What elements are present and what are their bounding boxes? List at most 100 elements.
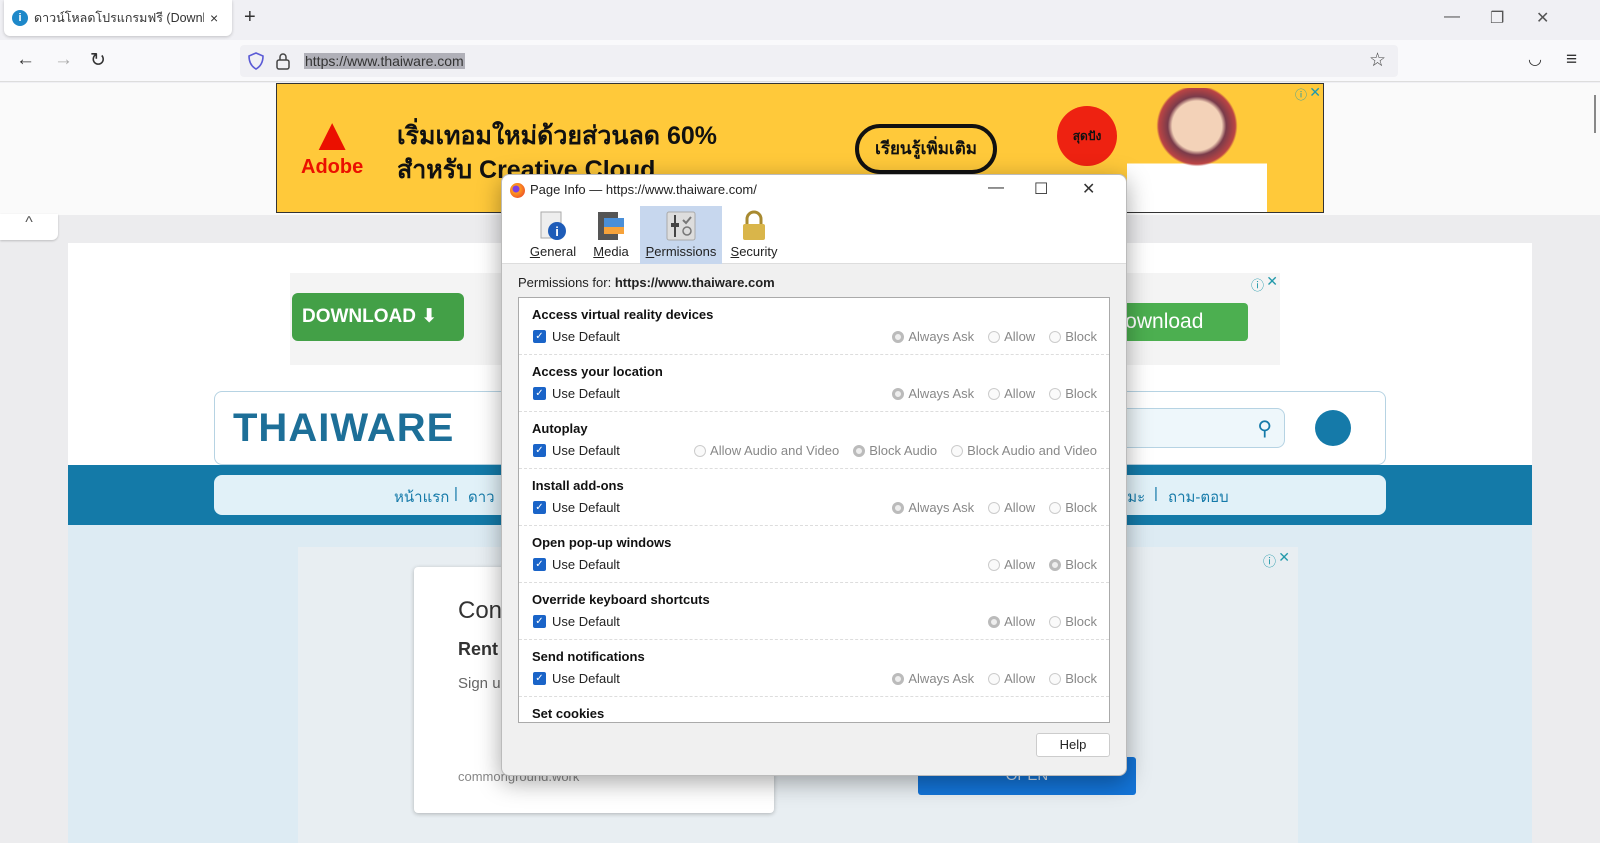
- search-icon[interactable]: ⚲: [1257, 416, 1272, 441]
- radio-unselected-icon[interactable]: [988, 330, 1001, 343]
- ad-learn-more-button[interactable]: เรียนรู้เพิ่มเติม: [855, 124, 997, 174]
- checkbox-checked-icon[interactable]: ✓: [533, 444, 546, 457]
- tab-security[interactable]: Security: [728, 206, 780, 264]
- tab-media[interactable]: Media: [588, 206, 634, 264]
- ad-info-icon[interactable]: ⓘ: [1263, 551, 1276, 570]
- ad-close-icon[interactable]: ✕: [1278, 549, 1290, 566]
- url-text[interactable]: https://www.thaiware.com: [304, 53, 465, 69]
- new-tab-button[interactable]: +: [244, 6, 256, 29]
- window-restore-button[interactable]: ❐: [1490, 8, 1504, 28]
- checkbox-checked-icon[interactable]: ✓: [533, 330, 546, 343]
- nav-link-download[interactable]: ดาว: [468, 485, 495, 509]
- url-bar[interactable]: https://www.thaiware.com ☆: [240, 45, 1398, 77]
- tracking-protection-shield-icon[interactable]: [248, 52, 264, 70]
- bookmark-star-icon[interactable]: ☆: [1369, 49, 1386, 72]
- permission-radio-option[interactable]: Allow: [988, 557, 1035, 572]
- permission-name: Autoplay: [532, 421, 588, 436]
- nav-link-qa[interactable]: ถาม-ตอบ: [1168, 485, 1229, 509]
- ad-close-icon[interactable]: ✕: [1309, 84, 1321, 101]
- user-account-icon[interactable]: [1315, 410, 1351, 446]
- permission-radio-option[interactable]: Always Ask: [892, 671, 974, 686]
- radio-label: Always Ask: [908, 386, 975, 401]
- ad-close-icon[interactable]: ✕: [1266, 273, 1278, 290]
- collapse-ad-button[interactable]: ^: [0, 214, 58, 240]
- use-default-checkbox[interactable]: ✓ Use Default: [533, 443, 620, 458]
- radio-unselected-icon[interactable]: [1049, 501, 1062, 514]
- permission-radio-option[interactable]: Block: [1049, 329, 1097, 344]
- radio-unselected-icon[interactable]: [988, 672, 1001, 685]
- radio-selected-icon[interactable]: [853, 444, 866, 457]
- permissions-for: Permissions for: https://www.thaiware.co…: [518, 275, 775, 290]
- radio-unselected-icon[interactable]: [988, 501, 1001, 514]
- ad-download-button[interactable]: DOWNLOAD ⬇: [292, 293, 464, 341]
- permission-radio-option[interactable]: Allow: [988, 500, 1035, 515]
- use-default-checkbox[interactable]: ✓ Use Default: [533, 500, 620, 515]
- radio-unselected-icon[interactable]: [988, 387, 1001, 400]
- checkbox-checked-icon[interactable]: ✓: [533, 672, 546, 685]
- radio-selected-icon[interactable]: [892, 330, 905, 343]
- permission-radio-option[interactable]: Block: [1049, 614, 1097, 629]
- permission-radio-option[interactable]: Allow: [988, 329, 1035, 344]
- page-scrollbar[interactable]: [1594, 95, 1596, 133]
- radio-selected-icon[interactable]: [892, 672, 905, 685]
- radio-unselected-icon[interactable]: [1049, 672, 1062, 685]
- permission-radio-option[interactable]: Always Ask: [892, 329, 974, 344]
- permission-radio-option[interactable]: Allow: [988, 386, 1035, 401]
- permission-radio-option[interactable]: Always Ask: [892, 500, 974, 515]
- permission-radio-option[interactable]: Allow: [988, 614, 1035, 629]
- app-menu-button[interactable]: ≡: [1566, 49, 1577, 71]
- tab-media-label: edia: [604, 244, 629, 259]
- permission-radio-option[interactable]: Block: [1049, 500, 1097, 515]
- use-default-checkbox[interactable]: ✓ Use Default: [533, 386, 620, 401]
- radio-unselected-icon[interactable]: [951, 444, 964, 457]
- forward-button[interactable]: →: [54, 49, 73, 71]
- checkbox-checked-icon[interactable]: ✓: [533, 615, 546, 628]
- radio-unselected-icon[interactable]: [1049, 387, 1062, 400]
- use-default-checkbox[interactable]: ✓ Use Default: [533, 614, 620, 629]
- permission-radio-option[interactable]: Block Audio: [853, 443, 937, 458]
- window-minimize-button[interactable]: —: [1444, 8, 1460, 26]
- reload-button[interactable]: ↻: [90, 49, 106, 72]
- permission-radio-option[interactable]: Allow Audio and Video: [694, 443, 839, 458]
- ad-info-icon[interactable]: ⓘ: [1295, 86, 1307, 103]
- radio-selected-icon[interactable]: [892, 501, 905, 514]
- ad-info-icon[interactable]: ⓘ: [1251, 275, 1264, 294]
- radio-selected-icon[interactable]: [988, 615, 1001, 628]
- permission-radio-option[interactable]: Block: [1049, 671, 1097, 686]
- permission-options: Allow Audio and Video Block Audio Block Au…: [694, 443, 1097, 458]
- window-close-button[interactable]: ✕: [1536, 8, 1549, 28]
- use-default-checkbox[interactable]: ✓ Use Default: [533, 557, 620, 572]
- radio-unselected-icon[interactable]: [988, 558, 1001, 571]
- radio-selected-icon[interactable]: [892, 387, 905, 400]
- permissions-list[interactable]: Access virtual reality devices ✓ Use Defau…: [518, 297, 1110, 723]
- back-button[interactable]: ←: [16, 49, 35, 71]
- radio-unselected-icon[interactable]: [694, 444, 707, 457]
- browser-tab[interactable]: i ดาวน์โหลดโปรแกรมฟรี (Download ×: [4, 0, 232, 36]
- permission-radio-option[interactable]: Block Audio and Video: [951, 443, 1097, 458]
- tab-close-icon[interactable]: ×: [210, 10, 218, 26]
- checkbox-checked-icon[interactable]: ✓: [533, 558, 546, 571]
- pocket-icon[interactable]: ◡: [1528, 49, 1542, 69]
- tab-permissions[interactable]: Permissions: [640, 206, 722, 264]
- dialog-maximize-button[interactable]: ☐: [1034, 179, 1048, 199]
- use-default-checkbox[interactable]: ✓ Use Default: [533, 329, 620, 344]
- radio-unselected-icon[interactable]: [1049, 330, 1062, 343]
- checkbox-checked-icon[interactable]: ✓: [533, 501, 546, 514]
- dialog-minimize-button[interactable]: —: [988, 179, 1004, 197]
- radio-selected-icon[interactable]: [1049, 558, 1062, 571]
- use-default-checkbox[interactable]: ✓ Use Default: [533, 671, 620, 686]
- tab-general[interactable]: i General: [528, 206, 578, 264]
- help-button[interactable]: Help: [1036, 733, 1110, 757]
- checkbox-checked-icon[interactable]: ✓: [533, 387, 546, 400]
- permission-radio-option[interactable]: Block: [1049, 557, 1097, 572]
- permission-radio-option[interactable]: Block: [1049, 386, 1097, 401]
- permission-radio-option[interactable]: Allow: [988, 671, 1035, 686]
- lock-icon[interactable]: [276, 52, 290, 70]
- dialog-titlebar[interactable]: Page Info — https://www.thaiware.com/ — …: [502, 175, 1126, 205]
- dialog-close-button[interactable]: ✕: [1082, 179, 1095, 199]
- radio-label: Always Ask: [908, 329, 975, 344]
- permission-radio-option[interactable]: Always Ask: [892, 386, 974, 401]
- radio-unselected-icon[interactable]: [1049, 615, 1062, 628]
- nav-link-home[interactable]: หน้าแรก: [394, 485, 449, 509]
- thaiware-logo[interactable]: THAIWARE: [233, 406, 454, 451]
